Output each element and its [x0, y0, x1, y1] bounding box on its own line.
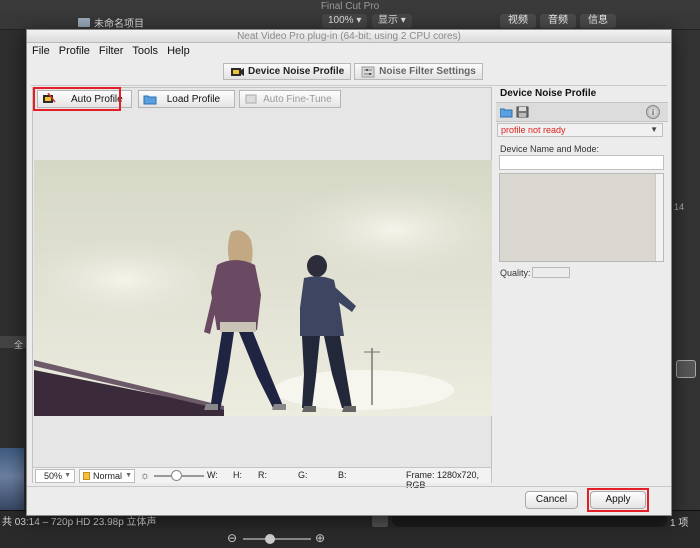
sliders-icon	[361, 66, 375, 77]
open-folder-icon[interactable]	[500, 106, 513, 118]
host-left-panel: 全	[0, 30, 26, 518]
readout-h: H:	[233, 470, 242, 480]
profile-details-box	[499, 173, 664, 262]
host-toolbar: 未命名项目 100% ▾ 显示 ▾ 视频 音频 信息	[0, 13, 700, 30]
tab-noise-filter-settings-label: Noise Filter Settings	[379, 66, 476, 77]
profile-details-scrollbar[interactable]	[655, 174, 663, 261]
host-clip-thumbnail[interactable]	[0, 448, 24, 518]
auto-profile-icon	[43, 93, 56, 103]
brightness-slider[interactable]	[154, 469, 205, 483]
readout-g: G:	[298, 470, 308, 480]
preview-panel: Auto Profile Load Profile Auto Fine-Tune	[32, 87, 492, 490]
film-icon	[78, 18, 90, 27]
zoom-knob[interactable]	[265, 534, 275, 544]
host-tab-video[interactable]: 视频	[500, 14, 536, 28]
device-name-label: Device Name and Mode:	[500, 144, 600, 154]
zoom-in-icon[interactable]: ⊕	[315, 531, 325, 545]
menu-profile[interactable]: Profile	[59, 45, 90, 57]
brightness-knob[interactable]	[171, 469, 183, 481]
readout-w: W:	[207, 470, 218, 480]
apply-button[interactable]: Apply	[590, 491, 646, 509]
auto-profile-button[interactable]: Auto Profile	[37, 90, 132, 108]
camera-icon	[231, 67, 244, 76]
mode-tabs: Device Noise Profile Noise Filter Settin…	[223, 63, 483, 80]
info-icon[interactable]: i	[646, 105, 660, 119]
footer-divider	[27, 486, 671, 487]
host-side-button[interactable]	[676, 360, 696, 378]
host-item-count: 1 项	[670, 518, 689, 529]
auto-profile-label: Auto Profile	[71, 93, 123, 105]
readout-r: R:	[258, 470, 267, 480]
brightness-icon: ☼	[140, 469, 151, 482]
device-name-input[interactable]	[499, 155, 664, 170]
host-zoom-menu[interactable]: 100% ▾	[322, 14, 368, 28]
frame-info: Frame: 1280x720, RGB	[406, 470, 480, 490]
video-preview[interactable]	[34, 160, 492, 416]
device-noise-profile-panel: Device Noise Profile i profile not ready…	[496, 87, 668, 283]
host-side-label: 全	[14, 340, 24, 350]
tab-noise-filter-settings[interactable]: Noise Filter Settings	[354, 63, 483, 80]
load-profile-button[interactable]: Load Profile	[137, 90, 236, 108]
load-profile-label: Load Profile	[166, 93, 221, 105]
profile-panel-toolbar: i	[496, 102, 668, 122]
tab-device-noise-profile-label: Device Noise Profile	[248, 66, 345, 77]
chevron-down-icon: ▼	[125, 472, 132, 479]
menu-help[interactable]: Help	[167, 45, 190, 57]
auto-fine-tune-button[interactable]: Auto Fine-Tune	[239, 90, 341, 108]
readout-b: B:	[338, 470, 347, 480]
neat-video-dialog: Neat Video Pro plug-in (64-bit; using 2 …	[26, 29, 672, 516]
profile-status-select[interactable]: profile not ready ▼	[497, 123, 663, 137]
cancel-button[interactable]: Cancel	[525, 491, 578, 509]
video-frame-image	[34, 160, 492, 416]
host-project[interactable]: 未命名项目	[78, 15, 144, 30]
quality-bar	[532, 267, 570, 278]
host-display-label: 显示	[378, 15, 398, 26]
view-mode-icon	[83, 471, 91, 480]
zoom-track	[243, 538, 311, 540]
host-right-panel: 14	[672, 30, 700, 510]
device-noise-profile-title: Device Noise Profile	[500, 88, 597, 99]
save-icon[interactable]	[516, 106, 529, 118]
host-tab-info[interactable]: 信息	[580, 14, 616, 28]
host-tabs: 视频 音频 信息	[500, 14, 616, 28]
host-app-title: Final Cut Pro	[0, 0, 700, 13]
preview-zoom-value: 50%	[44, 470, 63, 481]
auto-fine-tune-label: Auto Fine-Tune	[263, 93, 332, 105]
profile-status-value: profile not ready	[501, 125, 566, 135]
host-tab-audio[interactable]: 音频	[540, 14, 576, 28]
view-mode-value: Normal	[93, 470, 123, 481]
folder-icon	[143, 95, 157, 105]
menu-file[interactable]: File	[32, 45, 50, 57]
host-zoom-value: 100%	[328, 15, 354, 26]
preview-status-bar: 50% ▼ Normal ▼ ☼ W: H: R: G: B: Frame: 1…	[33, 467, 491, 490]
dialog-title: Neat Video Pro plug-in (64-bit; using 2 …	[27, 30, 671, 43]
view-mode-select[interactable]: Normal ▼	[79, 468, 135, 483]
preview-zoom-select[interactable]: 50% ▼	[35, 468, 75, 483]
tab-device-noise-profile[interactable]: Device Noise Profile	[223, 63, 352, 80]
chevron-down-icon: ▼	[64, 472, 71, 479]
profile-toolbar: Auto Profile Load Profile Auto Fine-Tune	[37, 90, 341, 108]
dialog-menubar: File Profile Filter Tools Help	[27, 43, 671, 59]
host-display-menu[interactable]: 显示 ▾	[372, 14, 412, 28]
menu-filter[interactable]: Filter	[99, 45, 123, 57]
host-side-number: 14	[674, 202, 685, 212]
chevron-down-icon: ▼	[650, 125, 658, 134]
host-project-name: 未命名项目	[94, 19, 144, 30]
zoom-out-icon[interactable]: ⊖	[227, 531, 237, 545]
quality-label: Quality:	[500, 268, 531, 278]
host-zoom-slider[interactable]: ⊖ ⊕	[225, 531, 335, 547]
fine-tune-icon	[245, 94, 257, 104]
menu-tools[interactable]: Tools	[132, 45, 158, 57]
tabs-divider	[31, 85, 667, 86]
